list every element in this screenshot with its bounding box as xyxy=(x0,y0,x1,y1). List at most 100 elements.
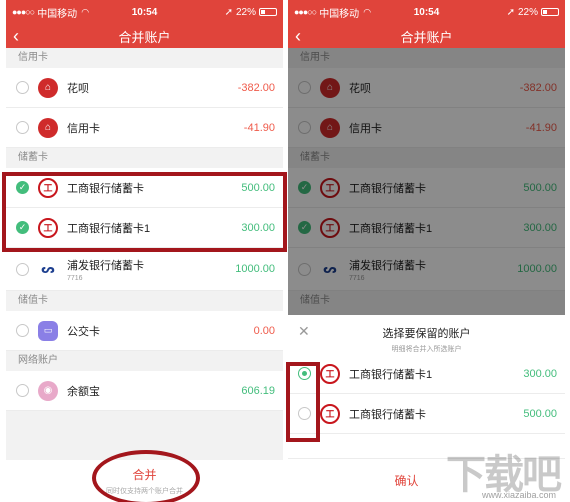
account-row-huabei: ⌂ 花呗 -382.00 xyxy=(288,68,565,108)
check-icon: ✓ xyxy=(298,221,311,234)
carrier-label: 中国移动 xyxy=(319,8,360,20)
account-row-bus-card[interactable]: ▭ 公交卡 0.00 xyxy=(6,311,283,351)
dialog-title: 选择要保留的账户 xyxy=(382,328,471,340)
dialog-option[interactable]: 工 工商银行储蓄卡 500.00 xyxy=(288,394,565,434)
icbc-icon: 工 xyxy=(320,363,340,384)
account-checkbox xyxy=(298,81,311,94)
account-amount: 500.00 xyxy=(523,181,557,194)
section-header-savings: 储蓄卡 xyxy=(288,148,565,168)
chevron-left-icon[interactable]: ‹ xyxy=(13,26,19,46)
account-amount: 500.00 xyxy=(241,181,275,194)
battery-fill xyxy=(543,10,547,14)
account-amount: 1000.00 xyxy=(235,263,275,275)
option-name: 工商银行储蓄卡 xyxy=(349,408,426,421)
account-checkbox xyxy=(298,262,311,276)
battery-percent: 22% xyxy=(235,6,256,18)
yuebao-icon: ◉ xyxy=(38,380,58,401)
account-name: 余额宝 xyxy=(67,385,100,398)
account-row-icbc: ✓ 工 工商银行储蓄卡 500.00 xyxy=(288,168,565,208)
account-name: 浦发银行储蓄卡 xyxy=(67,259,144,272)
account-amount: -41.90 xyxy=(525,121,557,134)
account-row-spdb: ᔕ 浦发银行储蓄卡 7716 1000.00 xyxy=(288,248,565,291)
confirm-button[interactable]: 确认 xyxy=(394,474,418,488)
account-name: 工商银行储蓄卡 xyxy=(349,182,426,195)
account-amount: -41.90 xyxy=(243,121,275,134)
status-bar: ●●●○○ 中国移动 ◠ 10:54 ➚ 22% xyxy=(6,0,283,24)
section-header-credit: 信用卡 xyxy=(288,48,565,68)
keep-account-dialog: ✕ 选择要保留的账户 明细将合并入所选账户 工 工商银行储蓄卡1 300.00 … xyxy=(288,315,565,502)
signal-icon: ●●●○○ xyxy=(294,7,317,17)
account-row-icbc-1: ✓ 工 工商银行储蓄卡1 300.00 xyxy=(288,208,565,248)
battery-icon xyxy=(259,8,277,16)
bank-icon: ⌂ xyxy=(38,77,58,98)
page-title: 合并账户 xyxy=(118,29,171,45)
section-header-stored-value: 储值卡 xyxy=(288,291,565,311)
bank-icon: ⌂ xyxy=(38,117,58,138)
footer-bar: 合并 同时仅支持两个账户合并 xyxy=(6,460,283,502)
account-amount: -382.00 xyxy=(237,81,275,94)
icbc-icon: 工 xyxy=(320,217,340,238)
check-icon: ✓ xyxy=(298,181,311,194)
account-row-icbc[interactable]: ✓ 工 工商银行储蓄卡 500.00 xyxy=(6,168,283,208)
account-amount: 300.00 xyxy=(241,221,275,234)
signal-icon: ●●●○○ xyxy=(12,7,35,17)
merge-button[interactable]: 合并 xyxy=(6,466,283,483)
bank-icon: ⌂ xyxy=(320,77,340,98)
account-row-credit-card[interactable]: ⌂ 信用卡 -41.90 xyxy=(6,108,283,148)
account-row-huabei[interactable]: ⌂ 花呗 -382.00 xyxy=(6,68,283,108)
account-name: 信用卡 xyxy=(67,122,100,135)
account-name: 公交卡 xyxy=(67,325,100,338)
account-amount: 300.00 xyxy=(523,221,557,234)
check-icon[interactable]: ✓ xyxy=(16,181,29,194)
account-checkbox[interactable] xyxy=(16,121,29,134)
wifi-icon: ◠ xyxy=(81,6,90,17)
nav-bar: ‹ 合并账户 xyxy=(6,24,283,48)
page-title: 合并账户 xyxy=(400,29,453,45)
battery-percent: 22% xyxy=(517,6,538,18)
account-name: 花呗 xyxy=(67,82,89,95)
location-icon: ➚ xyxy=(506,6,515,18)
account-name: 信用卡 xyxy=(349,122,382,135)
account-checkbox[interactable] xyxy=(16,384,29,397)
account-row-icbc-1[interactable]: ✓ 工 工商银行储蓄卡1 300.00 xyxy=(6,208,283,248)
dialog-option[interactable]: 工 工商银行储蓄卡1 300.00 xyxy=(288,354,565,394)
account-row-spdb[interactable]: ᔕ 浦发银行储蓄卡 7716 1000.00 xyxy=(6,248,283,291)
section-header-stored-value: 储值卡 xyxy=(6,291,283,311)
bank-icon: ⌂ xyxy=(320,117,340,138)
icbc-icon: 工 xyxy=(320,177,340,198)
account-amount: 606.19 xyxy=(241,384,275,397)
radio-icon[interactable] xyxy=(298,407,311,420)
account-name: 浦发银行储蓄卡 xyxy=(349,259,426,272)
spdb-icon: ᔕ xyxy=(38,259,58,279)
section-header-credit: 信用卡 xyxy=(6,48,283,68)
nav-bar: ‹ 合并账户 xyxy=(288,24,565,48)
account-number: 7716 xyxy=(67,274,83,282)
account-checkbox xyxy=(298,121,311,134)
check-icon[interactable]: ✓ xyxy=(16,221,29,234)
close-icon[interactable]: ✕ xyxy=(298,323,310,340)
status-bar: ●●●○○ 中国移动 ◠ 10:54 ➚ 22% xyxy=(288,0,565,24)
account-row-credit-card: ⌂ 信用卡 -41.90 xyxy=(288,108,565,148)
phone-screen-right: ●●●○○ 中国移动 ◠ 10:54 ➚ 22% ‹ 合并账户 信用卡 ⌂ 花呗… xyxy=(288,0,565,502)
chevron-left-icon[interactable]: ‹ xyxy=(295,26,301,46)
account-name: 花呗 xyxy=(349,82,371,95)
card-icon: ▭ xyxy=(38,320,58,341)
merge-note: 同时仅支持两个账户合并 xyxy=(106,488,183,495)
phone-screen-left: ●●●○○ 中国移动 ◠ 10:54 ➚ 22% ‹ 合并账户 信用卡 ⌂ 花呗… xyxy=(6,0,283,502)
section-header-savings: 储蓄卡 xyxy=(6,148,283,168)
option-amount: 500.00 xyxy=(523,407,557,420)
account-amount: 1000.00 xyxy=(517,263,557,275)
account-checkbox[interactable] xyxy=(16,262,29,276)
battery-fill xyxy=(261,10,265,14)
account-checkbox[interactable] xyxy=(16,324,29,337)
icbc-icon: 工 xyxy=(38,217,58,238)
dialog-subtitle: 明细将合并入所选账户 xyxy=(391,346,462,353)
account-row-yuebao[interactable]: ◉ 余额宝 606.19 xyxy=(6,371,283,411)
option-amount: 300.00 xyxy=(523,367,557,380)
icbc-icon: 工 xyxy=(320,403,340,424)
account-amount: -382.00 xyxy=(519,81,557,94)
account-checkbox[interactable] xyxy=(16,81,29,94)
radio-selected-icon[interactable] xyxy=(298,367,311,380)
account-number: 7716 xyxy=(349,274,365,282)
account-amount: 0.00 xyxy=(253,324,275,337)
